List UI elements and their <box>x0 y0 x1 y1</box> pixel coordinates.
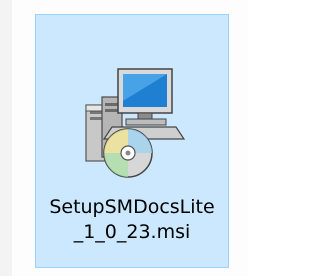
file-name-line-1: SetupSMDocsLite <box>49 196 215 218</box>
file-item-selected[interactable]: SetupSMDocsLite _1_0_23.msi <box>35 14 229 268</box>
msi-installer-icon <box>85 68 186 178</box>
file-name-label[interactable]: SetupSMDocsLite _1_0_23.msi <box>36 195 228 245</box>
explorer-view: SetupSMDocsLite _1_0_23.msi <box>0 0 248 276</box>
file-name-line-2: _1_0_23.msi <box>73 221 191 243</box>
left-pane-edge <box>0 0 12 276</box>
